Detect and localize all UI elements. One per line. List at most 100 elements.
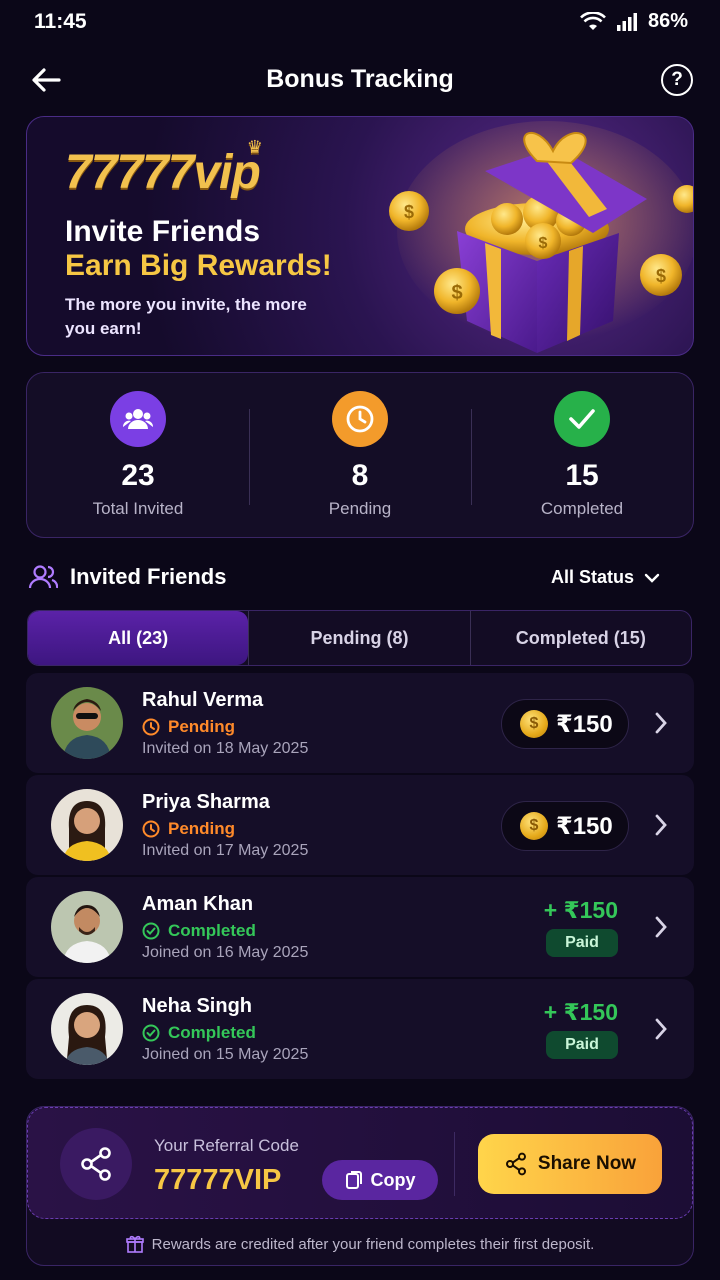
paid-badge: Paid (546, 929, 618, 957)
coin-icon: $ (520, 812, 548, 840)
stat-completed: 15 Completed (471, 373, 693, 537)
referral-code: 77777VIP (154, 1164, 282, 1196)
stat-label: Total Invited (92, 499, 184, 518)
friend-date: Invited on 17 May 2025 (142, 842, 309, 859)
svg-text:$: $ (539, 235, 548, 252)
referral-note-text: Rewards are credited after your friend c… (151, 1235, 595, 1253)
copy-icon (345, 1171, 362, 1189)
list-item[interactable]: Aman Khan Completed Joined on 16 May 202… (26, 877, 694, 977)
tab-all[interactable]: All (23) (28, 611, 249, 665)
share-now-button[interactable]: Share Now (478, 1134, 662, 1194)
section-title: Invited Friends (70, 564, 227, 589)
tab-pending[interactable]: Pending (8) (248, 611, 469, 665)
stat-value: 8 (351, 459, 369, 492)
friend-status: Completed (142, 921, 256, 941)
stat-value: 15 (565, 459, 599, 492)
tab-completed[interactable]: Completed (15) (469, 611, 691, 665)
check-circle-icon (142, 922, 160, 940)
clock-icon (142, 718, 160, 736)
avatar (51, 789, 123, 861)
signal-icon (616, 12, 637, 31)
coin-icon: $ (520, 710, 548, 738)
banner-headline: Invite Friends (65, 215, 261, 248)
crown-icon: ♛ (246, 137, 263, 157)
chevron-right-icon[interactable] (654, 813, 668, 837)
avatar (51, 891, 123, 963)
chevron-right-icon[interactable] (654, 915, 668, 939)
stat-label: Completed (540, 499, 624, 518)
status-bar: 11:45 86% (0, 0, 720, 44)
promo-banner: 77777vip ♛ Invite Friends Earn Big Reward… (26, 116, 694, 356)
reward-amount: ₹150 (556, 710, 613, 738)
reward-pill: $ ₹150 (501, 801, 629, 851)
friend-status: Pending (142, 717, 235, 737)
friends-list: Rahul Verma Pending Invited on 18 May 20… (26, 673, 694, 1081)
banner-highlight: Earn Big Rewards! (65, 249, 332, 282)
banner-subtext: The more you invite, the more you earn! (65, 295, 307, 338)
check-icon (554, 391, 610, 447)
stat-total-invited: 23 Total Invited (27, 373, 249, 537)
avatar (51, 687, 123, 759)
list-item[interactable]: Neha Singh Completed Joined on 15 May 20… (26, 979, 694, 1079)
friend-name: Rahul Verma (142, 689, 264, 711)
reward-pill: $ ₹150 (501, 699, 629, 749)
share-icon (60, 1128, 132, 1200)
avatar (51, 993, 123, 1065)
users-outline-icon (28, 565, 58, 589)
chevron-right-icon[interactable] (654, 711, 668, 735)
referral-note: Rewards are credited after your friend c… (27, 1235, 693, 1253)
status-filter-dropdown[interactable]: All Status (551, 567, 660, 588)
stats-card: 23 Total Invited 8 Pending 15 Completed (26, 372, 694, 538)
users-icon (110, 391, 166, 447)
list-item[interactable]: Priya Sharma Pending Invited on 17 May 2… (26, 775, 694, 875)
svg-text:$: $ (451, 282, 462, 304)
brand-logo: 77777vip ♛ (65, 137, 263, 199)
clock-icon (142, 820, 160, 838)
share-now-label: Share Now (537, 1153, 637, 1174)
stat-label: Pending (328, 499, 392, 518)
help-icon: ? (671, 69, 683, 90)
gift-icon (125, 1235, 144, 1253)
paid-badge: Paid (546, 1031, 618, 1059)
page-title: Bonus Tracking (266, 65, 454, 93)
share-icon (505, 1152, 526, 1176)
copy-label: Copy (370, 1169, 416, 1190)
gift-box-illustration: $ $ $ $ (389, 121, 693, 353)
friend-date: Joined on 16 May 2025 (142, 944, 309, 961)
svg-text:$: $ (656, 266, 666, 286)
stat-value: 23 (121, 459, 155, 492)
friend-name: Aman Khan (142, 893, 254, 915)
friend-date: Invited on 18 May 2025 (142, 740, 309, 757)
battery-percent: 86% (647, 10, 688, 32)
friend-status-label: Completed (168, 1023, 256, 1042)
friend-status-label: Pending (168, 819, 236, 838)
copy-button[interactable]: Copy (322, 1160, 438, 1200)
chevron-down-icon (644, 573, 660, 583)
status-time: 11:45 (34, 10, 87, 33)
friend-name: Neha Singh (142, 995, 253, 1017)
friend-status: Pending (142, 819, 235, 839)
invited-friends-header: Invited Friends All Status (26, 560, 694, 596)
wifi-icon (580, 11, 606, 30)
referral-label: Your Referral Code (154, 1136, 299, 1155)
reward-amount: ₹150 (556, 812, 613, 840)
referral-code-panel: Your Referral Code 77777VIP Copy Share N… (27, 1107, 693, 1219)
stat-pending: 8 Pending (249, 373, 471, 537)
status-tabs: All (23) Pending (8) Completed (15) (27, 610, 692, 666)
divider (454, 1132, 455, 1196)
help-button[interactable]: ? (661, 64, 693, 96)
reward-amount: + ₹150 (543, 897, 618, 923)
friend-status-label: Completed (168, 921, 256, 940)
svg-text:$: $ (404, 202, 414, 222)
chevron-right-icon[interactable] (654, 1017, 668, 1041)
check-circle-icon (142, 1024, 160, 1042)
referral-card: Your Referral Code 77777VIP Copy Share N… (26, 1106, 694, 1266)
clock-icon (332, 391, 388, 447)
list-item[interactable]: Rahul Verma Pending Invited on 18 May 20… (26, 673, 694, 773)
friend-status: Completed (142, 1023, 256, 1043)
reward-amount: + ₹150 (543, 999, 618, 1025)
status-indicators: 86% (580, 10, 688, 33)
app-header: Bonus Tracking ? (0, 52, 720, 108)
friend-status-label: Pending (168, 717, 236, 736)
friend-date: Joined on 15 May 2025 (142, 1046, 309, 1063)
